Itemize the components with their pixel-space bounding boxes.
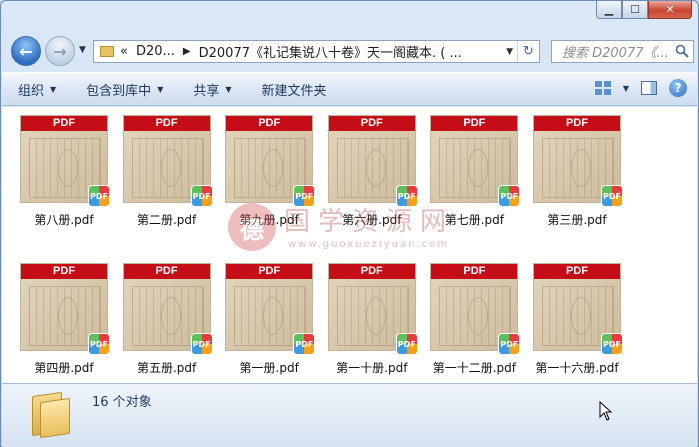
pdf-app-icon: PDF bbox=[395, 185, 418, 207]
file-name[interactable]: 第九册.pdf bbox=[219, 211, 319, 228]
file-name[interactable]: 第八册.pdf bbox=[14, 211, 114, 228]
caption-buttons: ▁ ☐ ✕ bbox=[596, 1, 692, 19]
pdf-band-label: PDF bbox=[123, 116, 210, 131]
organize-button[interactable]: 组织 ▼ bbox=[18, 80, 56, 99]
pdf-app-icon: PDF bbox=[293, 185, 316, 207]
help-icon[interactable]: ? bbox=[669, 79, 687, 97]
forward-button[interactable]: → bbox=[45, 36, 75, 66]
pdf-band-label: PDF bbox=[328, 116, 415, 131]
pdf-band-label: PDF bbox=[123, 264, 210, 279]
file-name[interactable]: 第二册.pdf bbox=[117, 211, 217, 228]
chevron-down-icon: ▼ bbox=[157, 84, 164, 94]
pdf-app-icon: PDF bbox=[498, 333, 521, 355]
pdf-app-icon: PDF bbox=[395, 333, 418, 355]
new-folder-label: 新建文件夹 bbox=[261, 83, 327, 99]
pdf-band-label: PDF bbox=[226, 116, 313, 131]
file-item[interactable]: PDF PDF 第一册.pdf bbox=[223, 263, 325, 383]
organize-label: 组织 bbox=[18, 83, 45, 99]
pdf-app-icon: PDF bbox=[88, 185, 110, 207]
file-item[interactable]: PDF PDF 第五册.pdf bbox=[121, 263, 223, 383]
details-pane: 16 个对象 bbox=[2, 383, 697, 447]
include-in-library-label: 包含到库中 bbox=[86, 83, 152, 99]
file-grid: PDF PDF 第八册.pdf PDF PDF 第二册.pdf PDF PDF 第九册.pdf P… bbox=[18, 115, 634, 383]
file-item[interactable]: PDF PDF 第七册.pdf bbox=[428, 115, 530, 263]
pdf-band-label: PDF bbox=[533, 264, 620, 279]
file-name[interactable]: 第五册.pdf bbox=[117, 359, 217, 376]
pdf-band-label: PDF bbox=[21, 264, 107, 279]
share-button[interactable]: 共享 ▼ bbox=[193, 80, 231, 99]
file-item[interactable]: PDF PDF 第二册.pdf bbox=[121, 115, 223, 263]
breadcrumb-overflow[interactable]: « bbox=[120, 44, 128, 59]
file-item[interactable]: PDF PDF 第六册.pdf bbox=[326, 115, 428, 263]
mouse-cursor-icon bbox=[599, 401, 613, 421]
search-placeholder: 搜索 D20077《... bbox=[562, 46, 669, 61]
file-list: PDF PDF 第八册.pdf PDF PDF 第二册.pdf PDF PDF 第九册.pdf P… bbox=[2, 107, 697, 383]
pdf-band-label: PDF bbox=[226, 264, 313, 279]
file-name[interactable]: 第三册.pdf bbox=[527, 211, 627, 228]
pdf-band-label: PDF bbox=[328, 264, 415, 279]
navigation-bar: ← → ▼ « D20... ▶ D20077《礼记集说八十卷》天一阁藏本. (… bbox=[9, 35, 694, 67]
search-icon bbox=[675, 44, 689, 58]
arrow-right-icon: → bbox=[53, 41, 67, 61]
refresh-button[interactable]: ↻ bbox=[517, 41, 539, 62]
pdf-band-label: PDF bbox=[431, 264, 518, 279]
file-name[interactable]: 第七册.pdf bbox=[424, 211, 524, 228]
toolbar-right-group: ▼ ? bbox=[594, 79, 687, 97]
pdf-band-label: PDF bbox=[431, 116, 518, 131]
include-in-library-button[interactable]: 包含到库中 ▼ bbox=[86, 80, 163, 99]
file-name[interactable]: 第一十册.pdf bbox=[322, 359, 422, 376]
pdf-app-icon: PDF bbox=[190, 185, 213, 207]
pdf-band-label: PDF bbox=[533, 116, 620, 131]
chevron-down-icon: ▼ bbox=[225, 84, 232, 94]
maximize-button[interactable]: ☐ bbox=[622, 1, 648, 19]
file-item[interactable]: PDF PDF 第一十册.pdf bbox=[326, 263, 428, 383]
file-item[interactable]: PDF PDF 第四册.pdf bbox=[18, 263, 120, 383]
share-label: 共享 bbox=[193, 83, 220, 99]
recent-pages-dropdown[interactable]: ▼ bbox=[79, 45, 86, 55]
file-name[interactable]: 第六册.pdf bbox=[322, 211, 422, 228]
file-name[interactable]: 第四册.pdf bbox=[14, 359, 114, 376]
refresh-icon: ↻ bbox=[523, 44, 534, 59]
item-count: 16 个对象 bbox=[92, 395, 152, 410]
pdf-app-icon: PDF bbox=[190, 333, 213, 355]
folder-icon bbox=[28, 391, 72, 439]
chevron-down-icon: ▼ bbox=[50, 84, 57, 94]
minimize-button[interactable]: ▁ bbox=[596, 1, 622, 19]
file-item[interactable]: PDF PDF 第九册.pdf bbox=[223, 115, 325, 263]
file-item[interactable]: PDF PDF 第一十六册.pdf bbox=[531, 263, 633, 383]
pdf-app-icon: PDF bbox=[293, 333, 316, 355]
pdf-app-icon: PDF bbox=[88, 333, 110, 355]
file-name[interactable]: 第一十二册.pdf bbox=[424, 359, 524, 376]
pdf-band-label: PDF bbox=[21, 116, 107, 131]
explorer-window: ▁ ☐ ✕ ← → ▼ « D20... ▶ D20077《礼记集说八十卷》天一… bbox=[0, 0, 699, 447]
pdf-app-icon: PDF bbox=[498, 185, 521, 207]
file-item[interactable]: PDF PDF 第三册.pdf bbox=[531, 115, 633, 263]
file-item[interactable]: PDF PDF 第一十二册.pdf bbox=[428, 263, 530, 383]
new-folder-button[interactable]: 新建文件夹 bbox=[262, 80, 327, 99]
address-dropdown-icon[interactable]: ▼ bbox=[506, 47, 513, 57]
breadcrumb-item-1[interactable]: D20... bbox=[136, 44, 175, 59]
back-button[interactable]: ← bbox=[11, 36, 41, 66]
arrow-left-icon: ← bbox=[19, 41, 33, 61]
search-input[interactable]: 搜索 D20077《... bbox=[551, 40, 694, 63]
close-button[interactable]: ✕ bbox=[648, 1, 692, 19]
breadcrumb-item-2[interactable]: D20077《礼记集说八十卷》天一阁藏本. ( ... bbox=[199, 42, 462, 61]
pdf-app-icon: PDF bbox=[600, 185, 623, 207]
folder-icon bbox=[100, 46, 114, 57]
view-dropdown-icon[interactable]: ▼ bbox=[623, 84, 629, 93]
pdf-app-icon: PDF bbox=[600, 333, 623, 355]
file-name[interactable]: 第一十六册.pdf bbox=[527, 359, 627, 376]
breadcrumb-separator-icon[interactable]: ▶ bbox=[183, 46, 191, 57]
address-bar[interactable]: « D20... ▶ D20077《礼记集说八十卷》天一阁藏本. ( ... ▼… bbox=[93, 40, 540, 63]
file-name[interactable]: 第一册.pdf bbox=[219, 359, 319, 376]
preview-pane-icon[interactable] bbox=[641, 81, 657, 95]
change-view-icon[interactable] bbox=[594, 81, 611, 95]
file-item[interactable]: PDF PDF 第八册.pdf bbox=[18, 115, 120, 263]
command-bar: 组织 ▼ 包含到库中 ▼ 共享 ▼ 新建文件夹 ▼ ? bbox=[2, 72, 697, 106]
